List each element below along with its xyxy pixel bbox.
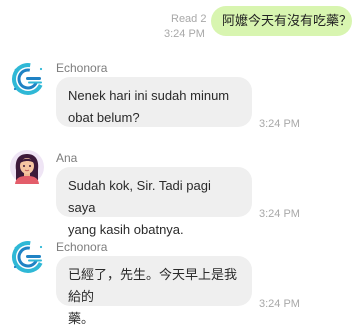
outgoing-message-bubble[interactable]: 阿嬤今天有沒有吃藥？ (211, 6, 352, 36)
message-time: 3:24 PM (259, 298, 300, 310)
message-text: 阿嬤今天有沒有吃藥？ (222, 13, 353, 28)
message-time: 3:24 PM (259, 118, 300, 130)
message-time: 3:24 PM (164, 28, 205, 40)
sender-name: Ana (56, 151, 78, 165)
sender-name: Echonora (56, 61, 108, 75)
message-text-line: 已經了，先生。今天早上是我給的 (68, 267, 238, 304)
message-text-line: Nenek hari ini sudah minum (68, 88, 230, 103)
incoming-message-bubble[interactable]: Sudah kok, Sir. Tadi pagi saya yang kasi… (56, 167, 252, 237)
echonora-logo-icon[interactable] (11, 62, 45, 96)
message-time: 3:24 PM (259, 208, 300, 220)
message-text-line: 藥。 (68, 311, 95, 326)
message-text-line: Sudah kok, Sir. Tadi pagi saya (68, 178, 211, 215)
echonora-logo-icon[interactable] (11, 240, 45, 274)
woman-avatar-icon[interactable] (10, 150, 44, 184)
message-text-line: obat belum? (68, 110, 140, 125)
read-receipt: Read 2 (171, 13, 207, 25)
sender-name: Echonora (56, 240, 108, 254)
incoming-message-bubble[interactable]: Nenek hari ini sudah minum obat belum? (56, 77, 252, 127)
incoming-message-bubble[interactable]: 已經了，先生。今天早上是我給的 藥。 (56, 256, 252, 326)
message-text-line: yang kasih obatnya. (68, 222, 184, 237)
